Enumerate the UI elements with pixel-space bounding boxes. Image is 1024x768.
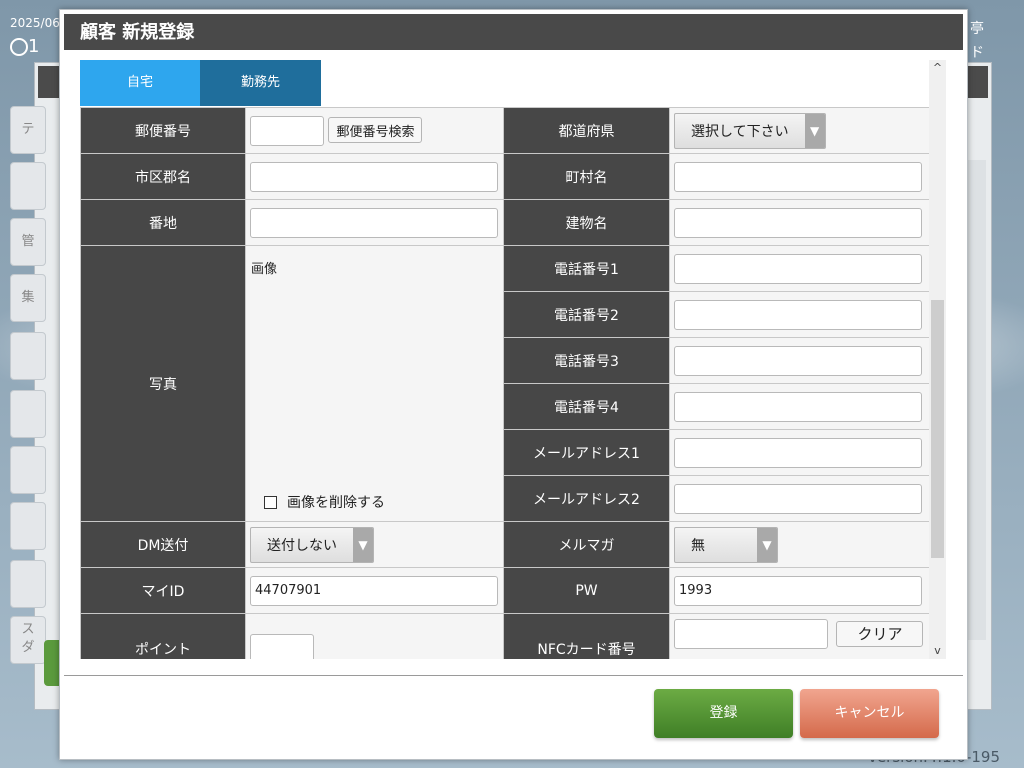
photo-image-text: 画像: [251, 262, 278, 277]
building-label: 建物名: [503, 199, 670, 246]
customer-form: 郵便番号 郵便番号検索 都道府県 選択して下さい ▼ 市区郡名 町村名 番地 建…: [80, 107, 929, 659]
postal-code-label: 郵便番号: [80, 107, 246, 154]
email1-label: メールアドレス1: [503, 429, 670, 476]
town-input[interactable]: [674, 161, 922, 192]
photo-area: 画像 画像を削除する: [245, 245, 504, 522]
town-label: 町村名: [503, 153, 670, 200]
point-label: ポイント: [80, 613, 246, 659]
background-header-subtext: ド: [970, 45, 984, 61]
form-scrollbar[interactable]: ^ v: [929, 60, 946, 659]
delete-image-label: 画像を削除する: [287, 495, 385, 511]
phone3-input[interactable]: [674, 345, 922, 376]
dm-select[interactable]: 送付しない ▼: [250, 526, 374, 563]
phone2-label: 電話番号2: [503, 291, 670, 338]
pw-label: PW: [503, 567, 670, 614]
background-side-button[interactable]: [10, 560, 46, 608]
scrollbar-thumb[interactable]: [931, 300, 944, 558]
background-side-button[interactable]: [10, 502, 46, 550]
postal-code-input[interactable]: [250, 115, 324, 146]
email2-label: メールアドレス2: [503, 475, 670, 522]
background-side-button[interactable]: [10, 446, 46, 494]
background-side-button[interactable]: 管: [10, 218, 46, 266]
prefecture-select[interactable]: 選択して下さい ▼: [674, 112, 826, 149]
email1-input[interactable]: [674, 437, 922, 468]
chevron-down-icon: ▼: [757, 527, 777, 562]
phone2-input[interactable]: [674, 299, 922, 330]
dialog-title: 顧客 新規登録: [64, 14, 963, 50]
my-id-input[interactable]: [250, 575, 498, 606]
tab-workplace[interactable]: 勤務先: [200, 60, 321, 106]
mailmag-label: メルマガ: [503, 521, 670, 568]
city-label: 市区郡名: [80, 153, 246, 200]
form-scroll-area: 自宅 勤務先 郵便番号 郵便番号検索 都道府県 選択して下さい ▼ 市区郡名 町…: [80, 60, 929, 659]
address-input[interactable]: [250, 207, 498, 238]
building-input[interactable]: [674, 207, 922, 238]
point-input[interactable]: [250, 633, 314, 659]
phone3-label: 電話番号3: [503, 337, 670, 384]
mailmag-selected: 無: [691, 537, 705, 554]
background-side-button[interactable]: [10, 390, 46, 438]
nfc-label: NFCカード番号: [503, 613, 670, 659]
scroll-up-icon[interactable]: ^: [929, 60, 946, 76]
clock-icon: [10, 38, 28, 56]
chevron-down-icon: ▼: [353, 527, 373, 562]
prefecture-selected: 選択して下さい: [691, 123, 789, 140]
tab-home[interactable]: 自宅: [80, 60, 200, 106]
pw-input[interactable]: [674, 575, 922, 606]
delete-image-checkbox[interactable]: 画像を削除する: [264, 492, 385, 512]
dm-label: DM送付: [80, 521, 246, 568]
checkbox-icon[interactable]: [264, 495, 277, 509]
background-side-button[interactable]: [10, 162, 46, 210]
background-side-button[interactable]: テ: [10, 106, 46, 154]
chevron-down-icon: ▼: [804, 113, 825, 148]
phone1-label: 電話番号1: [503, 245, 670, 292]
prefecture-label: 都道府県: [503, 107, 670, 154]
background-side-button[interactable]: 集: [10, 274, 46, 322]
phone4-input[interactable]: [674, 391, 922, 422]
postal-code-search-button[interactable]: 郵便番号検索: [328, 117, 423, 143]
address-label: 番地: [80, 199, 246, 246]
mailmag-select[interactable]: 無 ▼: [674, 526, 778, 563]
phone1-input[interactable]: [674, 253, 922, 284]
customer-register-dialog: 顧客 新規登録 自宅 勤務先 郵便番号 郵便番号検索 都道府県 選択して下さい …: [59, 9, 968, 760]
nfc-input[interactable]: [674, 619, 828, 649]
footer-divider: [64, 675, 963, 676]
my-id-label: マイID: [80, 567, 246, 614]
background-scroll: [966, 160, 986, 640]
phone4-label: 電話番号4: [503, 383, 670, 430]
email2-input[interactable]: [674, 483, 922, 514]
dm-selected: 送付しない: [267, 537, 337, 554]
background-side-button[interactable]: [10, 332, 46, 380]
photo-label: 写真: [80, 245, 246, 522]
background-header-text: 亭: [970, 21, 984, 37]
nfc-clear-button[interactable]: クリア: [836, 620, 924, 647]
address-tabs: 自宅 勤務先: [80, 60, 321, 107]
register-button[interactable]: 登録: [654, 689, 793, 738]
background-side-button[interactable]: ス ダ: [10, 616, 46, 664]
scroll-down-icon[interactable]: v: [929, 643, 946, 659]
background-date: 2025/06: [10, 16, 60, 30]
cancel-button[interactable]: キャンセル: [800, 689, 939, 738]
city-input[interactable]: [250, 161, 498, 192]
background-clock: 1: [28, 36, 40, 57]
